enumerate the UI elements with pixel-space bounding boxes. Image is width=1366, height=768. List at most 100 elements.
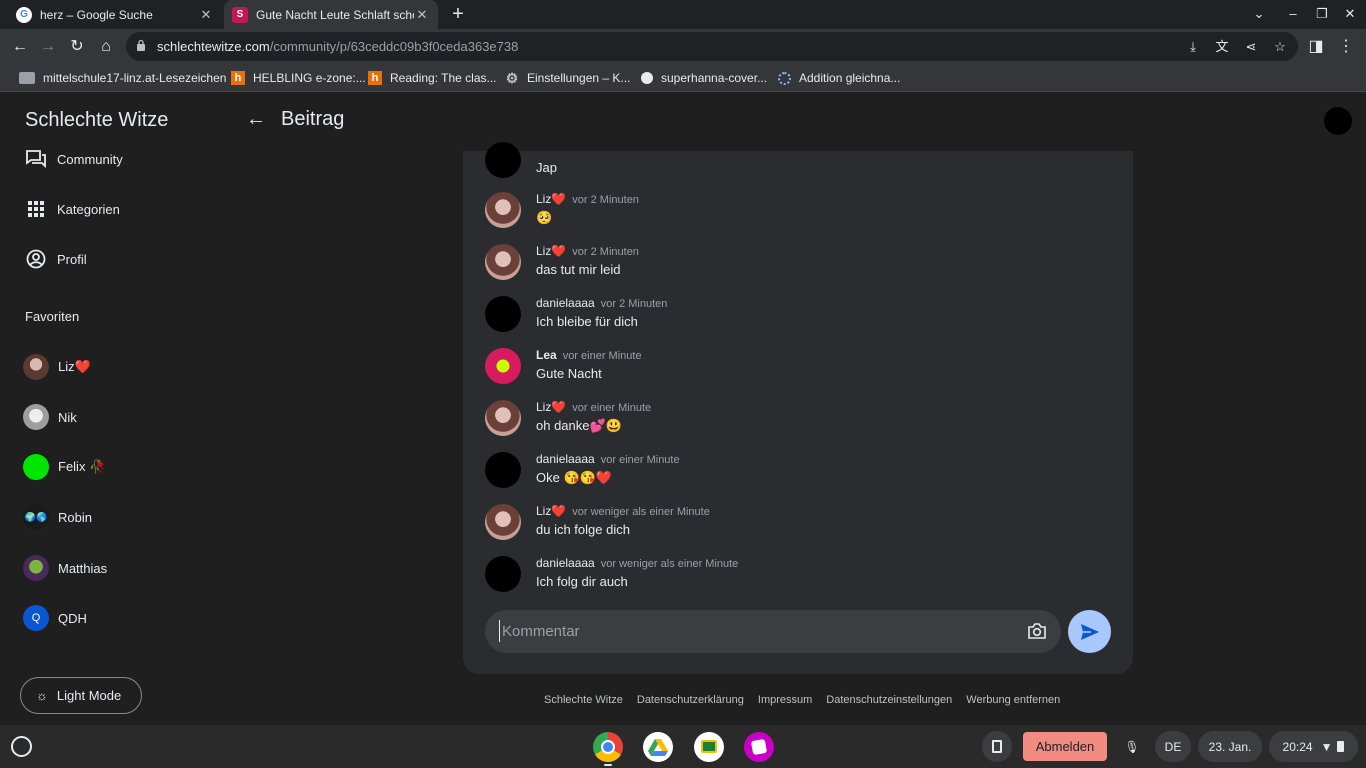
comment-text: Gute Nacht (536, 366, 602, 381)
site-title[interactable]: Schlechte Witze (25, 109, 168, 132)
close-icon[interactable]: ✕ (198, 7, 214, 23)
home-icon[interactable]: ⌂ (96, 37, 116, 57)
sidebar-item-community[interactable]: Community (25, 149, 123, 169)
comment-author[interactable]: Liz❤️ (536, 504, 566, 518)
url-path: /community/p/63ceddc09b3f0ceda363e738 (269, 39, 519, 54)
favorite-name: QDH (58, 610, 87, 626)
google-drive-icon[interactable] (643, 732, 673, 762)
back-arrow-icon[interactable]: ← (246, 108, 266, 131)
bookmark-item[interactable]: Addition gleichna... (778, 69, 900, 87)
microphone-icon: 🎙 (1124, 739, 1140, 754)
browser-tab-schlechtewitze[interactable]: S Gute Nacht Leute Schlaft schön💤 ✕ (224, 0, 438, 29)
comment-meta: Lea vor einer Minute (536, 348, 642, 362)
avatar (485, 504, 521, 540)
avatar (485, 348, 521, 384)
side-panel-icon[interactable]: ◨ (1306, 37, 1326, 57)
avatar (485, 296, 521, 332)
close-window-icon[interactable]: ✕ (1342, 6, 1358, 22)
date-tray[interactable]: 23. Jan. (1198, 731, 1262, 762)
bookmark-item[interactable]: superhanna-cover... (641, 69, 767, 87)
new-tab-button[interactable]: + (448, 4, 468, 24)
favorite-item-nik[interactable]: Nik (23, 404, 77, 430)
send-button[interactable] (1068, 610, 1111, 653)
comment-meta: Liz❤️ vor 2 Minuten (536, 192, 639, 206)
avatar: Q (23, 605, 49, 631)
launcher-icon[interactable] (11, 736, 32, 757)
footer-link[interactable]: Werbung entfernen (966, 694, 1060, 706)
share-icon[interactable]: ⋖ (1243, 39, 1259, 55)
comment-author[interactable]: danielaaaa (536, 556, 595, 570)
comment-author[interactable]: Liz❤️ (536, 400, 566, 414)
bookmark-item[interactable]: h HELBLING e-zone:... (231, 69, 366, 87)
footer-link[interactable]: Impressum (758, 694, 812, 706)
comment-meta: Liz❤️ vor weniger als einer Minute (536, 504, 710, 518)
holding-space-button[interactable] (982, 731, 1012, 762)
minimize-icon[interactable]: – (1285, 6, 1301, 21)
comment-author[interactable]: danielaaaa (536, 452, 595, 466)
maximize-icon[interactable]: ❐ (1314, 6, 1330, 22)
comment-author[interactable]: Lea (536, 348, 557, 362)
comment-item: Jap (485, 142, 1105, 188)
sidebar-item-label: Profil (57, 251, 87, 267)
favorite-item-felix[interactable]: Felix 🥀 (23, 454, 105, 480)
comment-meta: danielaaaa vor weniger als einer Minute (536, 556, 738, 570)
comment-text: oh danke💕😃 (536, 418, 622, 433)
comment-time: vor 2 Minuten (572, 246, 639, 258)
canvas-app-icon[interactable] (744, 732, 774, 762)
bookmark-label: mittelschule17-linz.at-Lesezeichen (43, 71, 227, 85)
lock-icon (137, 39, 145, 51)
microphone-button[interactable]: 🎙 (1118, 731, 1146, 762)
comment-author[interactable]: danielaaaa (536, 296, 595, 310)
comment-author[interactable]: Liz❤️ (536, 244, 566, 258)
comment-text: Ich folg dir auch (536, 574, 628, 589)
favorite-item-robin[interactable]: 🌍🌎 Robin (23, 504, 92, 530)
os-shelf: Abmelden 🎙 DE 23. Jan. 20:24 ▼ (0, 725, 1366, 768)
footer-link[interactable]: Datenschutzerklärung (637, 694, 744, 706)
ime-language-button[interactable]: DE (1155, 731, 1191, 762)
tab-search-icon[interactable]: ⌄ (1251, 6, 1267, 22)
address-bar[interactable]: schlechtewitze.com/community/p/63ceddc09… (126, 32, 1298, 61)
chrome-icon[interactable] (593, 732, 623, 762)
status-tray[interactable]: 20:24 ▼ (1269, 731, 1358, 762)
footer-link[interactable]: Schlechte Witze (544, 694, 623, 706)
sidebar-item-kategorien[interactable]: Kategorien (25, 199, 120, 219)
comment-input[interactable] (499, 620, 999, 642)
footer-link[interactable]: Datenschutzeinstellungen (826, 694, 952, 706)
logout-button[interactable]: Abmelden (1023, 732, 1107, 761)
bookmark-item[interactable]: ⚙ Einstellungen – K... (505, 69, 631, 87)
sidebar-item-profil[interactable]: Profil (25, 249, 87, 269)
more-menu-icon[interactable]: ⋮ (1336, 37, 1356, 57)
light-mode-button[interactable]: ☼ Light Mode (20, 677, 142, 714)
battery-icon (1337, 741, 1345, 752)
back-icon[interactable]: ← (10, 37, 30, 57)
install-icon[interactable]: ⤓ (1185, 39, 1201, 55)
close-icon[interactable]: ✕ (414, 7, 430, 23)
helbling-icon: h (231, 71, 245, 85)
helbling-icon: h (368, 71, 382, 85)
google-classroom-icon[interactable] (694, 732, 724, 762)
translate-icon[interactable]: 文 (1214, 39, 1230, 55)
wifi-icon: ▼ (1320, 739, 1333, 754)
browser-tab-google[interactable]: G herz – Google Suche ✕ (8, 0, 222, 29)
camera-icon[interactable] (1027, 622, 1047, 640)
web-page: Schlechte Witze ← Beitrag Community Kate… (0, 93, 1366, 725)
comment-time: vor 2 Minuten (600, 298, 668, 310)
bookmark-label: superhanna-cover... (661, 71, 768, 85)
avatar (485, 142, 521, 178)
comment-text: Jap (536, 160, 557, 175)
favorite-item-liz[interactable]: Liz❤️ (23, 354, 91, 380)
light-mode-label: Light Mode (56, 688, 122, 703)
bookmark-star-icon[interactable]: ☆ (1272, 39, 1288, 55)
comment-author[interactable]: Liz❤️ (536, 192, 566, 206)
bookmark-label: Einstellungen – K... (527, 71, 631, 85)
avatar[interactable] (1324, 107, 1352, 135)
forward-icon[interactable]: → (38, 37, 58, 57)
reload-icon[interactable]: ↻ (67, 37, 87, 57)
favorite-name: Liz❤️ (58, 359, 91, 374)
gear-icon: ⚙ (505, 69, 519, 86)
comment-meta: danielaaaa vor 2 Minuten (536, 296, 667, 310)
favorite-item-matthias[interactable]: Matthias (23, 555, 107, 581)
favorite-item-qdh[interactable]: Q QDH (23, 605, 87, 631)
bookmark-item[interactable]: h Reading: The clas... (368, 69, 497, 87)
bookmark-item[interactable]: mittelschule17-linz.at-Lesezeichen (19, 69, 226, 87)
